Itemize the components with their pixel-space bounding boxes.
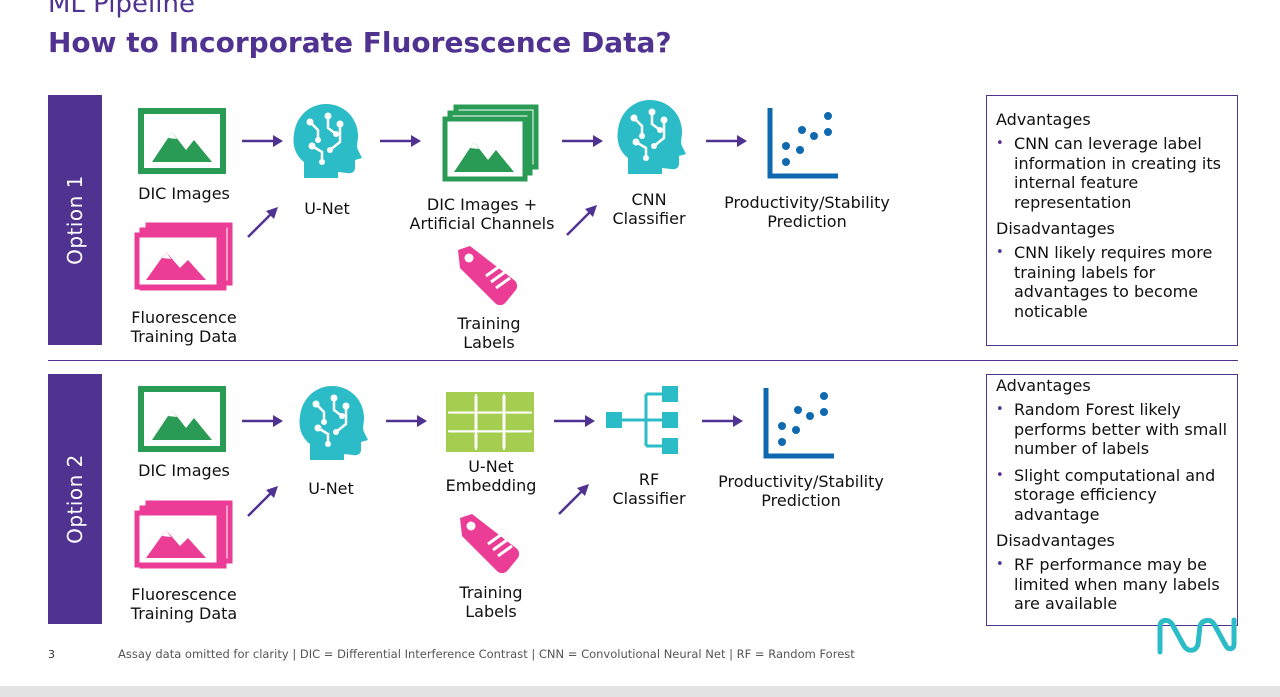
dic-images-label: DIC Images: [138, 184, 230, 203]
grid-icon: [446, 392, 534, 452]
arrow-icon: [566, 205, 597, 236]
image-icon: [138, 108, 226, 174]
image-stack-icon: [134, 222, 233, 291]
unet-label: U-Net: [308, 479, 354, 498]
arrow-icon: [242, 135, 283, 147]
image-stack-icon: [134, 500, 233, 569]
cnn-classifier-label: CNN Classifier: [612, 190, 686, 228]
bottom-strip: [0, 686, 1280, 697]
unet-label: U-Net: [304, 199, 350, 218]
section-title: ML Pipeline: [48, 0, 195, 19]
option-2-tag: Option 2: [48, 374, 102, 624]
divider: [48, 360, 1238, 361]
logo-icon: [1157, 617, 1237, 655]
fluorescence-label: Fluorescence Training Data: [130, 585, 238, 623]
arrow-icon: [247, 486, 278, 517]
arrow-icon: [702, 415, 743, 427]
arrow-icon: [558, 484, 589, 515]
arrow-icon: [554, 415, 595, 427]
option-1-pros-cons: Advantages CNN can leverage label inform…: [986, 95, 1238, 346]
footnote: Assay data omitted for clarity | DIC = D…: [118, 647, 855, 661]
advantages-list: Random Forest likely performs better wit…: [987, 400, 1237, 524]
training-labels-label: Training Labels: [457, 314, 521, 352]
tag-icon: [460, 514, 520, 574]
option-2-pros-cons: Advantages Random Forest likely performs…: [986, 374, 1238, 626]
page-number: 3: [48, 648, 55, 661]
embedding-label: U-Net Embedding: [445, 457, 537, 495]
tree-icon: [606, 386, 678, 454]
list-item: RF performance may be limited when many …: [987, 555, 1237, 614]
brain-icon: [293, 104, 362, 178]
list-item: Slight computational and storage efficie…: [987, 466, 1237, 525]
arrow-icon: [247, 207, 278, 238]
scatter-chart-icon: [767, 108, 838, 179]
prediction-label: Productivity/Stability Prediction: [718, 472, 884, 510]
artificial-channels-label: DIC Images + Artificial Channels: [409, 195, 555, 233]
advantages-heading: Advantages: [996, 110, 1091, 129]
brain-icon: [617, 100, 686, 174]
disadvantages-heading: Disadvantages: [996, 531, 1115, 550]
brain-icon: [299, 386, 368, 460]
arrow-icon: [242, 415, 283, 427]
disadvantages-list: CNN likely requires more training labels…: [987, 243, 1237, 321]
prediction-label: Productivity/Stability Prediction: [724, 193, 890, 231]
disadvantages-heading: Disadvantages: [996, 219, 1115, 238]
tag-icon: [458, 246, 518, 306]
training-labels-label: Training Labels: [459, 583, 523, 621]
rf-classifier-label: RF Classifier: [612, 470, 686, 508]
option-1-tag: Option 1: [48, 95, 102, 345]
disadvantages-list: RF performance may be limited when many …: [987, 555, 1237, 614]
arrow-icon: [706, 135, 747, 147]
fluorescence-label: Fluorescence Training Data: [130, 308, 238, 346]
advantages-heading: Advantages: [996, 376, 1091, 395]
advantages-list: CNN can leverage label information in cr…: [987, 134, 1237, 212]
image-icon: [138, 386, 226, 452]
scatter-chart-icon: [763, 388, 834, 459]
list-item: Random Forest likely performs better wit…: [987, 400, 1237, 459]
image-stack-icon: [442, 104, 539, 182]
page-title: How to Incorporate Fluorescence Data?: [48, 26, 672, 59]
arrow-icon: [562, 135, 603, 147]
arrow-icon: [380, 135, 421, 147]
arrow-icon: [386, 415, 427, 427]
dic-images-label: DIC Images: [138, 461, 230, 480]
list-item: CNN can leverage label information in cr…: [987, 134, 1237, 212]
list-item: CNN likely requires more training labels…: [987, 243, 1237, 321]
